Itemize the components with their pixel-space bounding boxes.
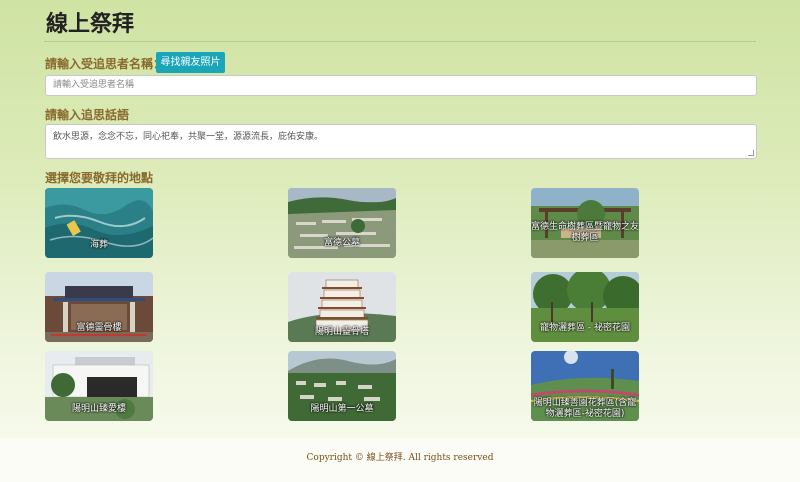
tile-caption: 陽明山第一公墓 bbox=[310, 404, 374, 414]
location-tile-pet-garden[interactable]: 寵物灑葬區 - 祕密花園 bbox=[531, 272, 639, 342]
location-tile-tree-burial[interactable]: 富德生命樹葬區暨寵物之友樹葬區 bbox=[531, 188, 639, 258]
tile-caption: 富德生命樹葬區暨寵物之友樹葬區 bbox=[531, 222, 639, 243]
deceased-name-input[interactable]: 請輸入受追思者名稱 bbox=[45, 75, 757, 96]
location-tile-yangmingshan-flower-burial[interactable]: 陽明山臻善園花葬區(含寵物灑葬區-祕密花園) bbox=[531, 351, 639, 421]
memorial-message-label: 請輸入追思話語 bbox=[45, 108, 130, 122]
location-tile-fude-columbarium[interactable]: 富德靈骨樓 bbox=[45, 272, 153, 342]
tile-caption: 富德公墓 bbox=[323, 238, 360, 248]
copyright-text: Copyright © 線上祭拜. All rights reserved bbox=[306, 453, 494, 463]
find-photo-button[interactable]: 尋找親友照片 bbox=[156, 52, 225, 73]
title-divider bbox=[44, 41, 756, 42]
tile-caption: 海葬 bbox=[89, 240, 108, 250]
footer: Copyright © 線上祭拜. All rights reserved bbox=[0, 438, 800, 482]
tile-caption: 陽明山臻愛樓 bbox=[71, 404, 126, 414]
memorial-message-textarea[interactable]: 飲水思源，念念不忘，同心祀奉，共聚一堂，源源流長，庇佑安康。 bbox=[45, 124, 757, 159]
resize-grip-icon[interactable] bbox=[748, 150, 754, 156]
tile-caption: 富德靈骨樓 bbox=[76, 323, 122, 333]
location-tile-yangmingshan-pagoda[interactable]: 陽明山靈骨塔 bbox=[288, 272, 396, 342]
memorial-message-text: 飲水思源，念念不忘，同心祀奉，共聚一堂，源源流長，庇佑安康。 bbox=[53, 132, 324, 142]
deceased-name-label: 請輸入受追思者名稱： bbox=[45, 57, 166, 71]
location-tile-sea-burial[interactable]: 海葬 bbox=[45, 188, 153, 258]
tile-caption: 陽明山臻善園花葬區(含寵物灑葬區-祕密花園) bbox=[533, 398, 637, 419]
page-title: 線上祭拜 bbox=[46, 12, 135, 37]
tile-caption: 陽明山靈骨塔 bbox=[314, 327, 369, 337]
location-select-label: 選擇您要敬拜的地點 bbox=[45, 171, 154, 185]
tile-caption: 寵物灑葬區 - 祕密花園 bbox=[540, 323, 630, 333]
location-tile-yangmingshan-first-cemetery[interactable]: 陽明山第一公墓 bbox=[288, 351, 396, 421]
location-tile-fude-cemetery[interactable]: 富德公墓 bbox=[288, 188, 396, 258]
location-tile-yangmingshan-zhenai[interactable]: 陽明山臻愛樓 bbox=[45, 351, 153, 421]
